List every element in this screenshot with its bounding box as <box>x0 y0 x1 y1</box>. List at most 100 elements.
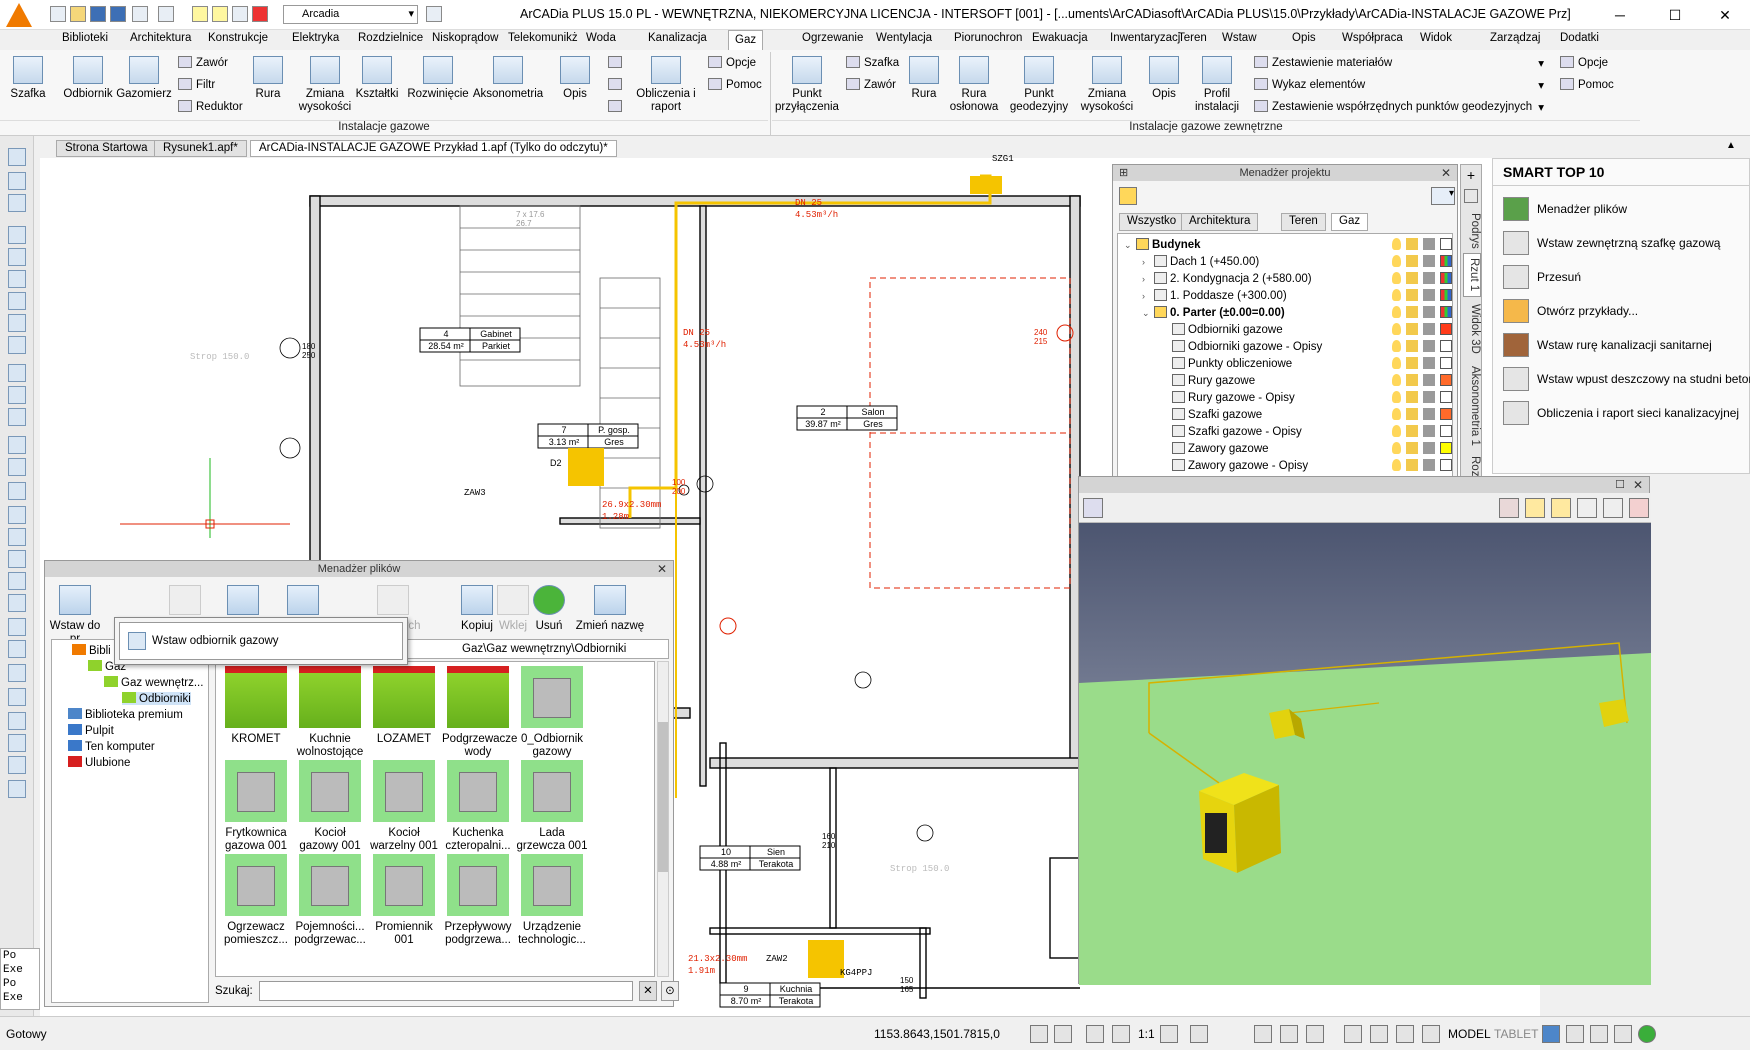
check-icon[interactable] <box>1638 1025 1656 1043</box>
zmiana-wysokosci-ext-button[interactable]: Zmiana wysokości <box>1078 56 1136 114</box>
library-item[interactable]: 0_Odbiornik gazowy <box>516 666 588 759</box>
expand-icon[interactable]: ⌄ <box>1142 308 1154 319</box>
visibility-icon[interactable] <box>1392 272 1401 284</box>
visibility-icon[interactable] <box>1392 323 1401 335</box>
tool-icon[interactable] <box>8 172 26 190</box>
menu-tab[interactable]: Elektryka <box>292 32 339 44</box>
view-list-icon[interactable] <box>1464 189 1478 203</box>
tool-icon[interactable] <box>8 248 26 266</box>
tool-icon[interactable] <box>8 594 26 612</box>
tree-row[interactable]: Punkty obliczeniowe <box>1118 357 1452 375</box>
expand-icon[interactable]: ⌄ <box>1124 240 1136 251</box>
annotation-scale-icon[interactable] <box>1160 1025 1178 1043</box>
visibility-icon[interactable] <box>1392 289 1401 301</box>
lock-icon[interactable] <box>1406 272 1418 284</box>
library-item[interactable]: Kuchnie wolnostojące <box>294 666 366 759</box>
library-item[interactable]: LOZAMET <box>368 666 440 746</box>
lock-icon[interactable] <box>1406 255 1418 267</box>
tool-icon[interactable] <box>8 688 26 706</box>
tool-icon[interactable] <box>8 734 26 752</box>
tool-icon[interactable] <box>8 528 26 546</box>
chevron-down-icon[interactable] <box>1662 1025 1680 1043</box>
tree-row[interactable]: Zawory gazowe - Opisy <box>1118 459 1452 477</box>
tool-icon[interactable] <box>8 270 26 288</box>
punkt-przylaczenia-button[interactable]: Punkt przyłączenia <box>772 56 842 114</box>
lock-icon[interactable] <box>1406 289 1418 301</box>
menu-tab[interactable]: Ogrzewanie <box>802 32 863 44</box>
tool-icon[interactable] <box>8 506 26 524</box>
print-icon[interactable] <box>1423 238 1435 250</box>
color-swatch[interactable] <box>1440 374 1452 386</box>
search-input[interactable] <box>259 981 633 1001</box>
rozwiniecie-button[interactable]: Rozwinięcie <box>406 56 470 101</box>
grid-icon[interactable] <box>1254 1025 1272 1043</box>
library-item[interactable]: Kocioł gazowy 001 <box>294 760 366 853</box>
pin-icon[interactable]: ⊞ <box>1119 165 1128 181</box>
print-icon[interactable] <box>1423 391 1435 403</box>
axes-icon[interactable] <box>1112 1025 1130 1043</box>
color-swatch[interactable] <box>1440 238 1452 250</box>
tool-icon[interactable] <box>8 436 26 454</box>
pomoc-ext-button[interactable]: Pomoc <box>1560 78 1614 91</box>
visibility-icon[interactable] <box>1392 357 1401 369</box>
visibility-icon[interactable] <box>1392 459 1401 471</box>
lock-icon[interactable] <box>1406 323 1418 335</box>
menu-tab[interactable]: Teren <box>1178 32 1207 44</box>
rura-button[interactable]: Rura <box>250 56 286 101</box>
zawor-ext-button[interactable]: Zawór <box>846 78 896 91</box>
visibility-icon[interactable] <box>1392 255 1401 267</box>
add-view-icon[interactable]: + <box>1464 168 1478 183</box>
small-tool-3[interactable] <box>608 100 626 113</box>
library-item[interactable]: Kuchenka czteropalni... <box>442 760 514 853</box>
add-level-icon[interactable] <box>1119 187 1137 205</box>
project-tab[interactable]: Wszystko <box>1119 213 1185 231</box>
tool-icon[interactable] <box>8 618 26 636</box>
view-tab[interactable]: Podrys <box>1463 209 1481 253</box>
visibility-icon[interactable] <box>1392 425 1401 437</box>
visibility-icon[interactable] <box>1392 374 1401 386</box>
tool-icon[interactable] <box>8 780 26 798</box>
save-as-icon[interactable] <box>110 6 126 22</box>
library-item[interactable]: Kocioł warzelny 001 <box>368 760 440 853</box>
smart-item[interactable]: Menadżer plików <box>1503 195 1627 223</box>
render-mode-icon[interactable] <box>1083 498 1103 518</box>
menu-tab[interactable]: Woda <box>586 32 616 44</box>
library-item[interactable]: Frytkownica gazowa 001 <box>220 760 292 853</box>
library-item[interactable]: Lada grzewcza 001 <box>516 760 588 853</box>
menu-tab[interactable]: Kanalizacja <box>648 32 707 44</box>
menu-tab[interactable]: Widok <box>1420 32 1452 44</box>
library-item[interactable]: Pojemności... podgrzewac... <box>294 854 366 947</box>
tablet-button[interactable]: TABLET <box>1494 1027 1538 1041</box>
open-file-icon[interactable] <box>70 6 86 22</box>
color-swatch[interactable] <box>1440 323 1452 335</box>
crosshair-icon[interactable] <box>1086 1025 1104 1043</box>
lock-icon[interactable] <box>1406 374 1418 386</box>
tool-icon[interactable] <box>8 226 26 244</box>
aksonometria-button[interactable]: Aksonometria <box>470 56 546 101</box>
library-item[interactable]: KROMET <box>220 666 292 746</box>
view-tab[interactable]: Aksonometria 1 <box>1463 361 1481 451</box>
lock-icon[interactable] <box>1406 408 1418 420</box>
tree-row[interactable]: › 2. Kondygnacja 2 (+580.00) <box>1118 272 1452 290</box>
visibility-icon[interactable] <box>1392 391 1401 403</box>
menu-tab[interactable]: Konstrukcje <box>208 32 268 44</box>
tool-icon[interactable] <box>8 194 26 212</box>
color-swatch[interactable] <box>1440 289 1452 301</box>
visibility-icon[interactable] <box>1392 306 1401 318</box>
visibility-icon[interactable] <box>1392 238 1401 250</box>
tree-row[interactable]: Szafki gazowe <box>1118 408 1452 426</box>
opcje-ext-button[interactable]: Opcje <box>1560 56 1608 69</box>
tracking-icon[interactable] <box>1370 1025 1388 1043</box>
restore-icon[interactable]: ☐ <box>1615 477 1625 493</box>
layer-icon[interactable] <box>232 6 248 22</box>
undo-icon[interactable] <box>132 6 148 22</box>
tree-row[interactable]: Odbiorniki gazowe - Opisy <box>1118 340 1452 358</box>
tool-icon[interactable] <box>8 336 26 354</box>
tool-icon[interactable] <box>8 664 26 682</box>
print-icon[interactable] <box>1423 425 1435 437</box>
tool-icon[interactable] <box>8 572 26 590</box>
tool-icon[interactable] <box>8 550 26 568</box>
lock-icon[interactable] <box>1406 340 1418 352</box>
window-icon[interactable] <box>1614 1025 1632 1043</box>
zawor-button[interactable]: Zawór <box>178 56 228 69</box>
